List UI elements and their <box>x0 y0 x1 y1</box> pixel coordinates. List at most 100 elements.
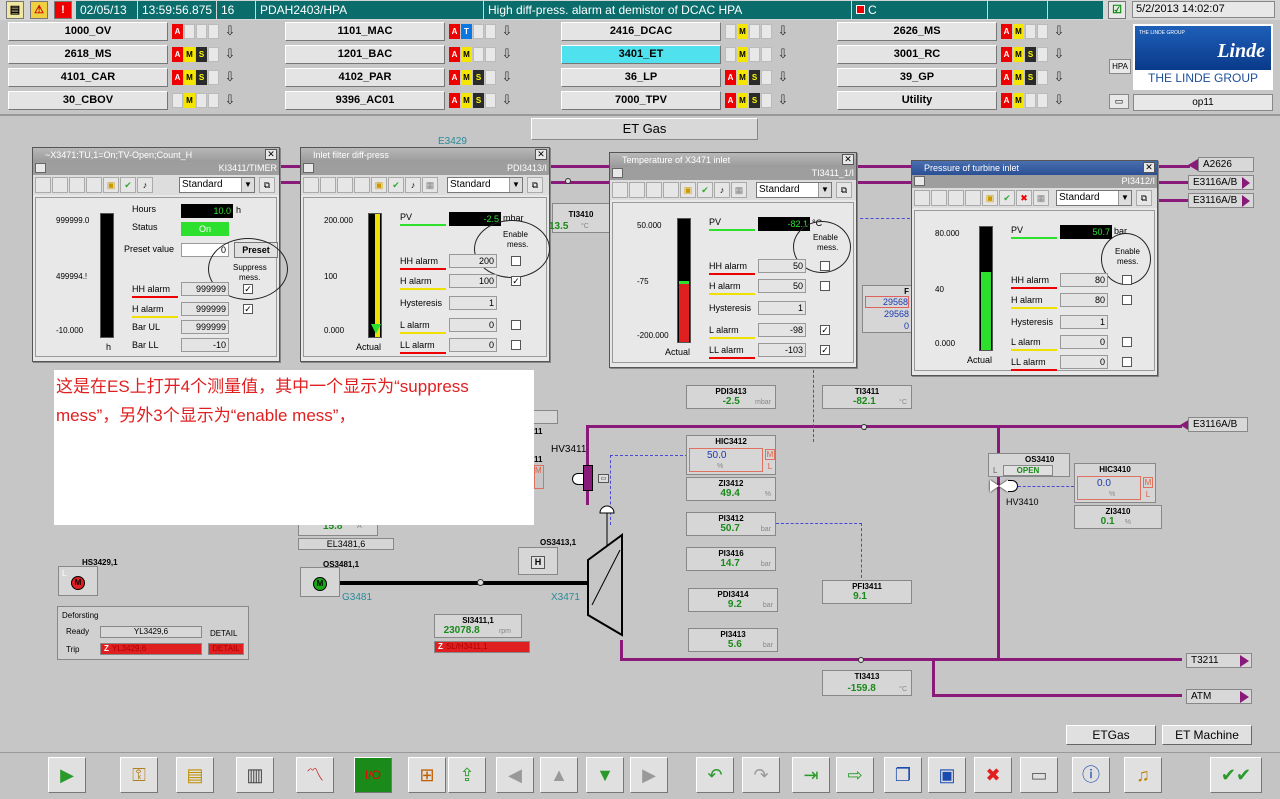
dest-e3116a-3[interactable]: E3116A/B <box>1188 417 1248 432</box>
trip-value-bar[interactable]: Z YL3429,6 <box>100 643 202 655</box>
hh-alarm-value[interactable]: 999999 <box>181 282 229 296</box>
panel-hic3412[interactable]: HIC3412 50.0 % M L <box>686 435 776 475</box>
h-alarm-value[interactable]: 80 <box>1060 293 1108 307</box>
hysteresis-value[interactable]: 1 <box>758 301 806 315</box>
monitor-icon[interactable]: ▭ <box>1109 94 1129 109</box>
tool-blank-2[interactable] <box>320 177 336 193</box>
faceplate-ti3411[interactable]: Temperature of X3471 inlet ✕ TI3411_1/I ▣… <box>609 152 857 368</box>
undo-icon[interactable]: ↶ <box>696 757 734 793</box>
tool-blank-4[interactable] <box>663 182 679 198</box>
acknowledge-icon[interactable]: ✔ <box>388 177 404 193</box>
close-icon[interactable]: ✕ <box>1143 162 1155 173</box>
l-alarm-value[interactable]: 0 <box>449 318 497 332</box>
panel-pdi3414[interactable]: PDI3414 9.2 bar <box>688 588 778 612</box>
h-alarm-value[interactable]: 100 <box>449 274 497 288</box>
tool-blank-1[interactable] <box>914 190 930 206</box>
arrow-left-icon[interactable]: ◀ <box>496 757 534 793</box>
arrow-down-icon[interactable]: ⇩ <box>222 46 238 63</box>
lock-icon[interactable]: ▣ <box>982 190 998 206</box>
dest-a2626[interactable]: A2626 <box>1198 157 1254 172</box>
notes-icon[interactable]: ▤ <box>176 757 214 793</box>
arrow-down-icon[interactable]: ⇩ <box>499 69 515 86</box>
start-icon[interactable]: ▶ <box>48 757 86 793</box>
group-button[interactable]: 1000_OV <box>8 22 168 41</box>
bell-icon[interactable]: ♪ <box>137 177 153 193</box>
arrow-down-icon[interactable]: ⇩ <box>222 92 238 109</box>
tool-blank-3[interactable] <box>337 177 353 193</box>
tool-blank-1[interactable] <box>303 177 319 193</box>
hh-alarm-checkbox[interactable]: ✓ <box>243 284 253 294</box>
group-button[interactable]: 9396_AC01 <box>285 91 445 110</box>
pin-icon[interactable] <box>35 163 46 173</box>
nav-etgas[interactable]: ETGas <box>1066 725 1156 745</box>
panel-pi3416[interactable]: PI3416 14.7 bar <box>686 547 776 571</box>
arrow-down-icon[interactable]: ▼ <box>586 757 624 793</box>
tool-blank-3[interactable] <box>948 190 964 206</box>
panel-os3410[interactable]: OS3410 L OPEN <box>988 453 1070 477</box>
info-icon[interactable]: ⓘ <box>1072 757 1110 793</box>
acknowledge-icon[interactable]: ✔ <box>697 182 713 198</box>
h-alarm-value[interactable]: 50 <box>758 279 806 293</box>
delete-icon[interactable]: ✖ <box>974 757 1012 793</box>
chevron-down-icon[interactable]: ▼ <box>1118 191 1131 205</box>
export-icon[interactable]: ⇨ <box>836 757 874 793</box>
panel-ti3410[interactable]: TI3410 13.5 °C <box>549 203 610 233</box>
group-button[interactable]: 1201_BAC <box>285 45 445 64</box>
tool-blank-2[interactable] <box>629 182 645 198</box>
panel-ti3411[interactable]: TI3411 -82.1 °C <box>822 385 912 409</box>
hh-alarm-value[interactable]: 50 <box>758 259 806 273</box>
panel-pi3413[interactable]: PI3413 5.6 bar <box>688 628 778 652</box>
faceplate-timer[interactable]: ~X3471:TU,1=On;TV-Open;Count_H ✕ KI3411/T… <box>32 147 288 362</box>
arrow-down-icon[interactable]: ⇩ <box>1051 69 1067 86</box>
hysteresis-value[interactable]: 1 <box>1060 315 1108 329</box>
si3411-alarm-bar[interactable]: Z SL/H3411,1 <box>434 641 530 653</box>
hysteresis-value[interactable]: 1 <box>449 296 497 310</box>
arrow-down-icon[interactable]: ⇩ <box>1051 46 1067 63</box>
tool-blank-3[interactable] <box>646 182 662 198</box>
l-alarm-checkbox[interactable] <box>1122 337 1132 347</box>
view-select[interactable]: Standard ▼ <box>447 177 523 193</box>
hh-alarm-checkbox[interactable] <box>1122 275 1132 285</box>
redo-icon[interactable]: ↷ <box>742 757 780 793</box>
grid-icon[interactable]: ▦ <box>731 182 747 198</box>
group-button[interactable]: 7000_TPV <box>561 91 721 110</box>
arrow-down-icon[interactable]: ⇩ <box>1051 23 1067 40</box>
arrow-down-icon[interactable]: ⇩ <box>499 92 515 109</box>
hpa-button[interactable]: HPA <box>1109 59 1131 74</box>
group-button[interactable]: 39_GP <box>837 68 997 87</box>
nav-etmachine[interactable]: ET Machine <box>1162 725 1252 745</box>
chevron-down-icon[interactable]: ▼ <box>818 183 831 197</box>
panel-hs3429[interactable]: L M <box>58 566 98 596</box>
import-icon[interactable]: ⇥ <box>792 757 830 793</box>
pin-icon[interactable] <box>914 176 925 186</box>
valve-hv3410-right[interactable] <box>999 480 1008 492</box>
alarm-ack-icon[interactable]: ⚠ <box>30 1 48 19</box>
tool-blank-2[interactable] <box>52 177 68 193</box>
group-button[interactable]: Utility <box>837 91 997 110</box>
hh-alarm-checkbox[interactable] <box>820 261 830 271</box>
panel-pdi3413[interactable]: PDI3413 -2.5 mbar <box>686 385 776 409</box>
expand-icon[interactable]: ⧉ <box>1136 190 1152 206</box>
trend-icon[interactable]: 〽 <box>296 757 334 793</box>
l-alarm-value[interactable]: 0 <box>1060 335 1108 349</box>
arrow-down-icon[interactable]: ⇩ <box>775 23 791 40</box>
acknowledge-all-icon[interactable]: ✔✔ <box>1210 757 1262 793</box>
display-icon[interactable]: ▭ <box>1020 757 1058 793</box>
arrow-right-icon[interactable]: ▶ <box>630 757 668 793</box>
gauge-icon[interactable]: ⊞ <box>408 757 446 793</box>
tool-blank-4[interactable] <box>354 177 370 193</box>
ll-alarm-checkbox[interactable] <box>511 340 521 350</box>
arrow-up-icon[interactable]: ▲ <box>540 757 578 793</box>
panel-os3481[interactable]: M <box>300 567 340 597</box>
arrow-down-icon[interactable]: ⇩ <box>775 46 791 63</box>
bar-ll-value[interactable]: -10 <box>181 338 229 352</box>
tool-blank-3[interactable] <box>69 177 85 193</box>
turbine-x3471[interactable] <box>580 505 630 650</box>
arrow-down-icon[interactable]: ⇩ <box>1051 92 1067 109</box>
expand-icon[interactable]: ⧉ <box>527 177 543 193</box>
faceplate-pdi3413[interactable]: Inlet filter diff-press ✕ PDI3413/I ▣ ✔ ♪… <box>300 147 550 362</box>
copy-screen-icon[interactable]: ❐ <box>884 757 922 793</box>
expand-icon[interactable]: ⧉ <box>836 182 852 198</box>
l-alarm-value[interactable]: -98 <box>758 323 806 337</box>
io-switch-icon[interactable]: I/O <box>354 757 392 793</box>
